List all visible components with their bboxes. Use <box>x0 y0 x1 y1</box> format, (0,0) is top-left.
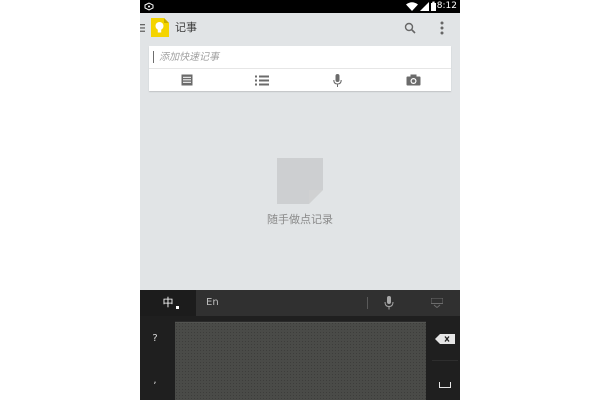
key-divider <box>432 360 458 361</box>
comma-key[interactable]: , <box>140 362 170 400</box>
keep-bulb-logo-icon[interactable] <box>149 17 170 38</box>
usb-debug-icon <box>144 2 154 11</box>
chinese-mode-label: 中 <box>162 296 174 309</box>
chinese-mode-key[interactable]: 中 <box>140 290 196 316</box>
keyboard-toolbar: 中 En <box>140 290 460 316</box>
overflow-menu-icon[interactable] <box>440 21 444 35</box>
new-voice-note-button[interactable] <box>300 69 375 91</box>
quick-note-card <box>149 46 451 91</box>
ime-keyboard: 中 En ? , <box>140 290 460 400</box>
status-bar: 18:12 <box>140 0 460 13</box>
phone-screen: 18:12 记事 添加快速记事 随手做点记录 中 En ? , <box>140 0 460 400</box>
toolbar-separator <box>367 297 368 309</box>
mic-icon <box>333 73 342 87</box>
wifi-icon <box>406 2 418 11</box>
hide-keyboard-icon[interactable] <box>431 298 443 308</box>
english-mode-label: En <box>206 297 219 308</box>
app-title: 记事 <box>175 21 197 34</box>
search-icon[interactable] <box>404 22 416 34</box>
question-mark-key[interactable]: ? <box>140 320 170 358</box>
empty-state-text: 随手做点记录 <box>267 213 333 226</box>
handwriting-pad[interactable] <box>175 321 426 400</box>
empty-note-icon <box>277 158 323 204</box>
voice-input-mic-icon[interactable] <box>384 296 394 310</box>
camera-icon <box>406 74 421 86</box>
space-icon[interactable] <box>439 382 451 388</box>
keyboard-right-keys <box>430 320 460 400</box>
new-text-note-button[interactable] <box>149 69 224 91</box>
comma-label: , <box>153 375 157 386</box>
quick-note-input[interactable] <box>153 51 443 63</box>
english-mode-key[interactable]: En <box>206 290 236 316</box>
question-mark-label: ? <box>152 333 158 344</box>
text-note-icon <box>181 74 192 86</box>
status-time: 18:12 <box>431 1 457 11</box>
new-list-note-button[interactable] <box>224 69 299 91</box>
new-photo-note-button[interactable] <box>376 69 451 91</box>
app-bar: 记事 <box>140 13 460 43</box>
keyboard-left-keys: ? , <box>140 320 170 400</box>
list-note-icon <box>254 75 269 85</box>
signal-icon <box>420 2 429 11</box>
menu-drawer-icon[interactable] <box>140 23 145 33</box>
mode-indicator-icon <box>176 306 179 309</box>
backspace-icon[interactable] <box>435 334 455 344</box>
